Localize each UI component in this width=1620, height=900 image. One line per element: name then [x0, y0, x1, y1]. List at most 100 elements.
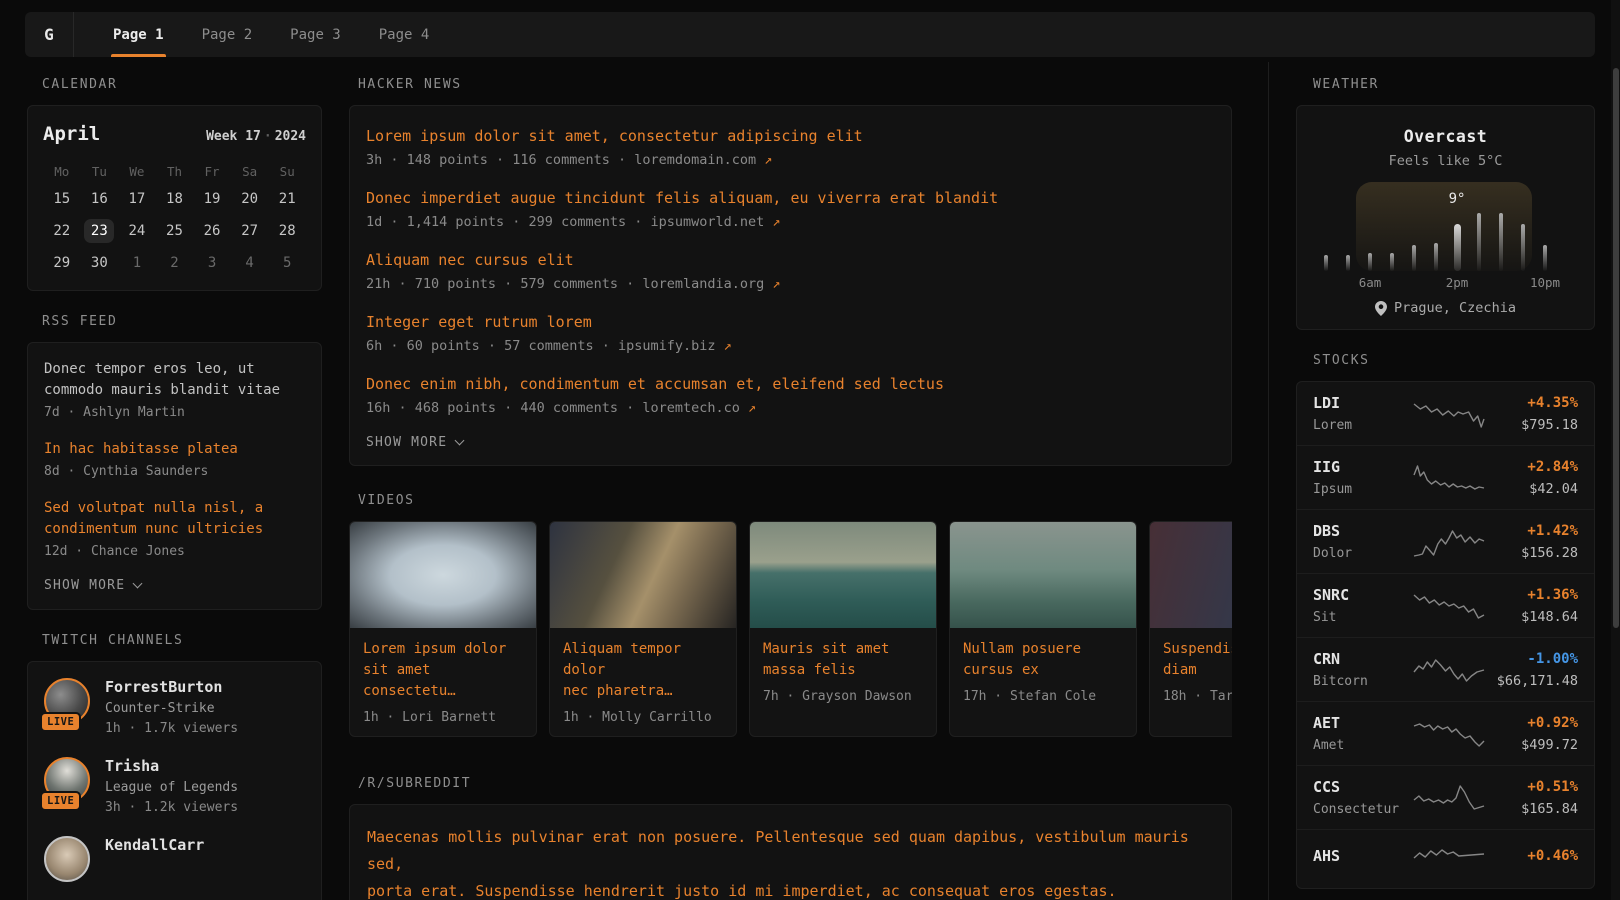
- tab-label: Page 4: [379, 27, 430, 43]
- stock-row: IIGIpsum +2.84%$42.04: [1297, 445, 1594, 509]
- rss-item: In hac habitasse platea 8d · Cynthia Sau…: [44, 439, 305, 479]
- stock-change: +1.36%: [1485, 587, 1578, 603]
- weather-location: Prague, Czechia: [1297, 300, 1594, 316]
- stock-change: +0.46%: [1485, 848, 1578, 864]
- rss-item-link[interactable]: Donec tempor eros leo, ut commodo mauris…: [44, 359, 305, 401]
- tab-page-4[interactable]: Page 4: [360, 12, 449, 57]
- external-link-icon: ↗: [764, 152, 772, 168]
- rss-show-more-button[interactable]: SHOW MORE: [44, 578, 305, 593]
- calendar-day: 19: [197, 187, 227, 211]
- weekday-label: Th: [167, 164, 182, 179]
- hackernews-item: Donec imperdiet augue tincidunt felis al…: [366, 187, 1215, 230]
- video-title-link[interactable]: Lorem ipsum dolor sit amet consectetu…: [363, 639, 523, 702]
- video-card[interactable]: Mauris sit amet massa felis 7h · Grayson…: [749, 521, 937, 737]
- rss-card: Donec tempor eros leo, ut commodo mauris…: [27, 342, 322, 610]
- video-card[interactable]: Aliquam tempor dolor nec pharetra… 1h · …: [549, 521, 737, 737]
- stock-ticker: LDI: [1313, 394, 1413, 412]
- channel-game: Counter-Strike: [105, 701, 238, 716]
- stocks-widget: STOCKS LDILorem +4.35%$795.18 IIGIpsum +…: [1296, 354, 1595, 889]
- stock-ticker: AET: [1313, 714, 1413, 732]
- live-badge: LIVE: [40, 712, 81, 732]
- stock-row: CRNBitcorn -1.00%$66,171.48: [1297, 637, 1594, 701]
- twitch-channel-row[interactable]: LIVE ForrestBurton Counter-Strike 1h · 1…: [44, 678, 305, 736]
- story-link[interactable]: Donec enim nibh, condimentum et accumsan…: [366, 373, 1215, 395]
- post-link[interactable]: Maecenas mollis pulvinar erat non posuer…: [367, 824, 1214, 900]
- story-meta-text: 16h · 468 points · 440 comments · loremt…: [366, 400, 740, 416]
- story-link[interactable]: Aliquam nec cursus elit: [366, 249, 1215, 271]
- stock-row: DBSDolor +1.42%$156.28: [1297, 509, 1594, 573]
- stock-ticker: CCS: [1313, 778, 1413, 796]
- external-link-icon: ↗: [772, 214, 780, 230]
- stock-price: $499.72: [1485, 737, 1578, 753]
- video-title-link[interactable]: Suspendisse diam: [1163, 639, 1232, 681]
- rss-item-link[interactable]: In hac habitasse platea: [44, 439, 305, 460]
- weather-hourly-chart: 9°: [1297, 182, 1594, 271]
- hackernews-section-title: HACKER NEWS: [358, 78, 1232, 92]
- video-thumbnail: [350, 522, 536, 628]
- stock-ticker: DBS: [1313, 522, 1413, 540]
- calendar-day: 29: [47, 251, 77, 275]
- hour-label: 6am: [1348, 275, 1392, 290]
- avatar: [44, 836, 90, 882]
- stock-price: $66,171.48: [1485, 673, 1578, 689]
- story-meta-text: 1d · 1,414 points · 299 comments · ipsum…: [366, 214, 764, 230]
- stock-change: +4.35%: [1485, 395, 1578, 411]
- channel-name: ForrestBurton: [105, 678, 238, 696]
- video-title-link[interactable]: Nullam posuere cursus ex: [963, 639, 1123, 681]
- stock-row: SNRCSit +1.36%$148.64: [1297, 573, 1594, 637]
- tab-page-1[interactable]: Page 1: [94, 12, 183, 57]
- tab-page-3[interactable]: Page 3: [271, 12, 360, 57]
- story-link[interactable]: Integer eget rutrum lorem: [366, 311, 1215, 333]
- video-thumbnail: [1150, 522, 1232, 628]
- video-list: Lorem ipsum dolor sit amet consectetu… 1…: [349, 521, 1232, 737]
- channel-name: KendallCarr: [105, 836, 204, 854]
- tab-label: Page 2: [202, 27, 253, 43]
- rss-widget: RSS FEED Donec tempor eros leo, ut commo…: [27, 315, 322, 610]
- external-link-icon: ↗: [772, 276, 780, 292]
- video-card[interactable]: Suspendisse diam 18h · Tara: [1149, 521, 1232, 737]
- twitch-card: LIVE ForrestBurton Counter-Strike 1h · 1…: [27, 661, 322, 900]
- tab-page-2[interactable]: Page 2: [183, 12, 272, 57]
- subreddit-widget: /R/SUBREDDIT Maecenas mollis pulvinar er…: [349, 777, 1232, 900]
- calendar-day-next-month: 4: [235, 251, 265, 275]
- channel-name: Trisha: [105, 757, 238, 775]
- calendar-day: 20: [235, 187, 265, 211]
- calendar-day-next-month: 1: [122, 251, 152, 275]
- story-link[interactable]: Lorem ipsum dolor sit amet, consectetur …: [366, 125, 1215, 147]
- calendar-day: 17: [122, 187, 152, 211]
- stock-sparkline: [1413, 653, 1485, 687]
- rss-item-link[interactable]: Sed volutpat nulla nisl, a condimentum n…: [44, 498, 305, 540]
- twitch-channel-row[interactable]: LIVE Trisha League of Legends 3h · 1.2k …: [44, 757, 305, 815]
- calendar-day: 25: [159, 219, 189, 243]
- calendar-day: 21: [272, 187, 302, 211]
- video-card[interactable]: Lorem ipsum dolor sit amet consectetu… 1…: [349, 521, 537, 737]
- calendar-day: 22: [47, 219, 77, 243]
- calendar-day-next-month: 2: [159, 251, 189, 275]
- rss-item: Donec tempor eros leo, ut commodo mauris…: [44, 359, 305, 420]
- tab-label: Page 1: [113, 27, 164, 43]
- stock-row: LDILorem +4.35%$795.18: [1297, 382, 1594, 445]
- stock-name: Bitcorn: [1313, 674, 1413, 689]
- hackernews-item: Integer eget rutrum lorem 6h · 60 points…: [366, 311, 1215, 354]
- stock-change: +0.51%: [1485, 779, 1578, 795]
- calendar-day: 30: [84, 251, 114, 275]
- show-more-label: SHOW MORE: [366, 435, 447, 450]
- story-link[interactable]: Donec imperdiet augue tincidunt felis al…: [366, 187, 1215, 209]
- video-card[interactable]: Nullam posuere cursus ex 17h · Stefan Co…: [949, 521, 1137, 737]
- stock-price: $165.84: [1485, 801, 1578, 817]
- app-logo[interactable]: G: [25, 12, 74, 57]
- twitch-widget: TWITCH CHANNELS LIVE ForrestBurton Count…: [27, 634, 322, 900]
- video-meta: 18h · Tara: [1163, 689, 1232, 704]
- channel-game: League of Legends: [105, 780, 238, 795]
- subreddit-section-title: /R/SUBREDDIT: [358, 777, 1232, 791]
- video-title-link[interactable]: Mauris sit amet massa felis: [763, 639, 923, 681]
- twitch-channel-row[interactable]: KendallCarr: [44, 836, 305, 882]
- video-title-link[interactable]: Aliquam tempor dolor nec pharetra…: [563, 639, 723, 702]
- hackernews-show-more-button[interactable]: SHOW MORE: [366, 435, 1215, 450]
- calendar-day-selected: 23: [84, 219, 114, 243]
- stock-price: $148.64: [1485, 609, 1578, 625]
- page-scrollbar-thumb[interactable]: [1613, 68, 1619, 628]
- weekday-label: Mo: [54, 164, 69, 179]
- external-link-icon: ↗: [724, 338, 732, 354]
- stocks-card: LDILorem +4.35%$795.18 IIGIpsum +2.84%$4…: [1296, 381, 1595, 889]
